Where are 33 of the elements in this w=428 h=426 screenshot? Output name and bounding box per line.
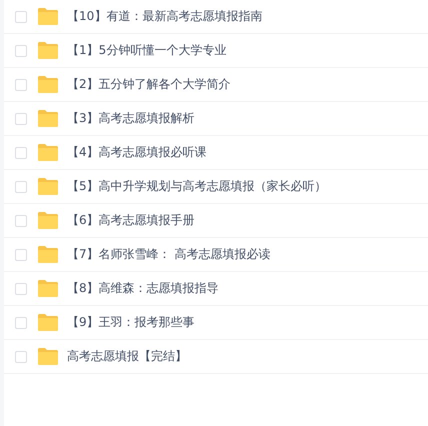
checkbox[interactable] (15, 282, 27, 294)
folder-name[interactable]: 【4】高考志愿填报必听课 (67, 144, 207, 161)
folder-icon (38, 314, 58, 331)
folder-name[interactable]: 【7】名师张雪峰： 高考志愿填报必读 (67, 246, 270, 263)
folder-name[interactable]: 【6】高考志愿填报手册 (67, 212, 195, 229)
folder-icon (38, 348, 58, 365)
folder-name[interactable]: 【2】五分钟了解各个大学简介 (67, 76, 231, 93)
checkbox[interactable] (15, 350, 27, 362)
checkbox[interactable] (15, 248, 27, 260)
checkbox[interactable] (15, 214, 27, 226)
checkbox[interactable] (15, 316, 27, 328)
folder-icon (38, 144, 58, 161)
folder-icon (38, 76, 58, 93)
folder-name[interactable]: 【1】5分钟听懂一个大学专业 (67, 42, 226, 59)
folder-icon (38, 8, 58, 25)
folder-name[interactable]: 【3】高考志愿填报解析 (67, 110, 195, 127)
folder-icon (38, 110, 58, 127)
folder-icon (38, 280, 58, 297)
folder-icon (38, 212, 58, 229)
folder-name[interactable]: 【8】高维森：志愿填报指导 (67, 280, 219, 297)
folder-name[interactable]: 【9】王羽：报考那些事 (67, 314, 195, 331)
checkbox[interactable] (15, 112, 27, 124)
checkbox[interactable] (15, 180, 27, 192)
folder-icon (38, 42, 58, 59)
checkbox[interactable] (15, 78, 27, 90)
folder-name[interactable]: 【5】高中升学规划与高考志愿填报（家长必听） (67, 178, 327, 195)
checkbox[interactable] (15, 44, 27, 56)
checkbox[interactable] (15, 10, 27, 22)
folder-name[interactable]: 【10】有道：最新高考志愿填报指南 (67, 8, 262, 25)
folder-name[interactable]: 高考志愿填报【完结】 (67, 348, 187, 365)
folder-icon (38, 246, 58, 263)
folder-icon (38, 178, 58, 195)
checkbox[interactable] (15, 146, 27, 158)
